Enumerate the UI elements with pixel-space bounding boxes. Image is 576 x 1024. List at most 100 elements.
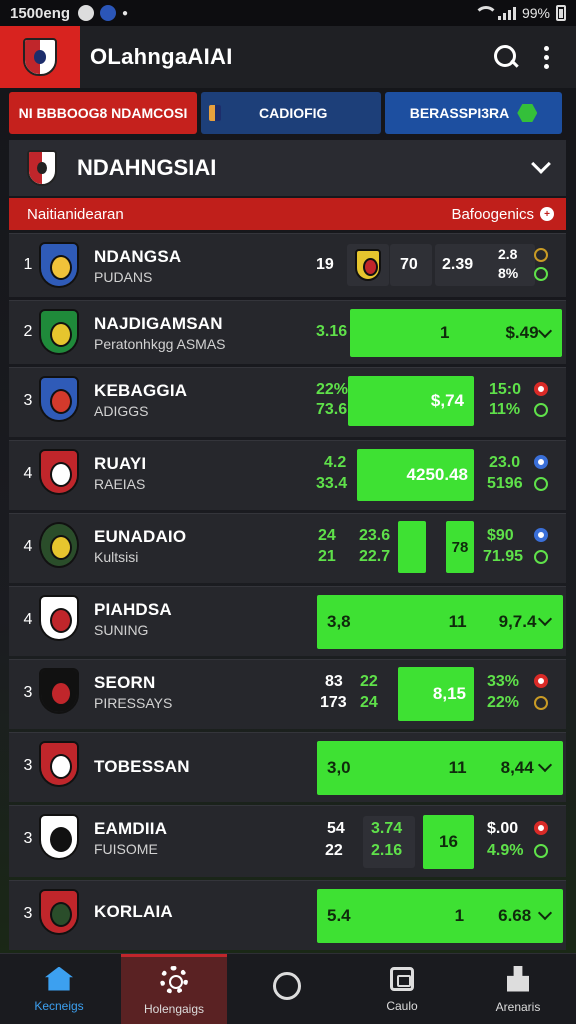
stat-value: 83 xyxy=(325,673,343,690)
stat-value: 33% xyxy=(487,673,520,690)
trophy-icon xyxy=(507,965,529,992)
nav-trophy[interactable]: Arenaris xyxy=(478,954,558,1024)
stat-value: 24 xyxy=(360,694,378,711)
app-logo[interactable] xyxy=(0,26,80,88)
stat-value: 15:0 xyxy=(489,381,522,398)
odds-button[interactable]: 1 $.49 xyxy=(350,309,562,357)
nav-calendar[interactable]: Caulo xyxy=(364,954,440,1024)
team-name: PIAHDSA xyxy=(94,600,172,619)
tab-label: CADIOFIG xyxy=(259,105,328,121)
stat-value: 2.39 xyxy=(442,256,474,273)
app-bar: OLahngaAIAI xyxy=(0,26,576,88)
odds-button[interactable]: 5.4 1 6.68 xyxy=(317,889,563,943)
odds-button[interactable]: 16 xyxy=(423,815,474,869)
club-crest-icon xyxy=(39,889,79,935)
row-rank: 3 xyxy=(23,905,33,922)
tab-label: NI BBBOOG8 NDAMCOSI xyxy=(18,105,188,121)
competition-tabs: NI BBBOOG8 NDAMCOSI CADIOFIG BERASSPI3RA xyxy=(9,92,566,134)
club-crest-icon xyxy=(39,741,79,787)
status-icon xyxy=(534,821,548,835)
odds-value: 11 xyxy=(448,758,467,777)
stat-value: 2.16 xyxy=(371,842,403,859)
odds-button[interactable]: 3,0 11 8,44 xyxy=(317,741,563,795)
badge-icon xyxy=(517,104,538,122)
odds-button[interactable]: $,74 xyxy=(348,376,474,426)
circle-icon xyxy=(273,971,301,1000)
table-row[interactable]: 3 KORLAIA 5.4 1 6.68 xyxy=(9,880,566,950)
tab-label: BERASSPI3RA xyxy=(409,105,510,121)
flag-icon xyxy=(209,105,221,121)
tab-first[interactable]: NI BBBOOG8 NDAMCOSI xyxy=(9,92,197,134)
status-icon xyxy=(534,267,548,281)
row-rank: 2 xyxy=(23,323,33,340)
status-icon xyxy=(534,455,548,469)
table-row[interactable]: 3 SEORN PIRESSAYS 83 173 22 24 8,15 33% … xyxy=(9,659,566,729)
nav-home[interactable]: Kecneigs xyxy=(18,954,100,1024)
more-options-icon[interactable] xyxy=(544,45,550,69)
odds-button[interactable]: 4250.48 xyxy=(357,449,474,501)
stat-value: 4.9% xyxy=(487,842,524,859)
odds-value: 8,44 xyxy=(500,758,534,777)
stat-value: 173 xyxy=(320,694,347,711)
club-crest-icon xyxy=(39,449,79,495)
status-bar: 1500eng ● 99% xyxy=(0,0,576,26)
bottom-navigation: Kecneigs Holengaigs Caulo Arenaris xyxy=(0,953,576,1024)
odds-button[interactable]: 78 xyxy=(446,521,474,573)
team-name: KORLAIA xyxy=(94,902,173,921)
status-icon xyxy=(534,696,548,710)
league-header[interactable]: NDAHNGSIAI xyxy=(9,140,566,196)
table-row[interactable]: 3 EAMDIIA FUISOME 54 22 3.74 2.16 16 $.0… xyxy=(9,805,566,877)
app-title: OLahngaAIAI xyxy=(90,44,233,69)
status-icon xyxy=(534,550,548,564)
odds-value: 4250.48 xyxy=(406,465,468,484)
status-icon xyxy=(534,248,548,262)
table-row[interactable]: 3 KEBAGGIA ADIGGS 22% 73.6 $,74 15:0 11% xyxy=(9,367,566,437)
status-icon xyxy=(534,528,548,542)
table-row[interactable]: 1 NDANGSA PUDANS 19 70 2.39 2.8 8% xyxy=(9,233,566,297)
stat-value: 22 xyxy=(360,673,378,690)
chevron-down-icon[interactable] xyxy=(531,154,551,174)
odds-button[interactable]: 8,15 xyxy=(398,667,474,721)
club-crest-icon xyxy=(39,522,79,568)
club-crest-icon xyxy=(39,595,79,641)
team-sub: PUDANS xyxy=(94,269,153,285)
stat-value: 5196 xyxy=(487,475,523,492)
table-row[interactable]: 4 PIAHDSA SUNING 3,8 11 9,7.4 xyxy=(9,586,566,656)
table-row[interactable]: 3 TOBESSAN 3,0 11 8,44 xyxy=(9,732,566,802)
nav-standings[interactable]: Holengaigs xyxy=(121,954,227,1024)
tab-third[interactable]: BERASSPI3RA xyxy=(385,92,562,134)
odds-button[interactable]: 3,8 11 9,7.4 xyxy=(317,595,563,649)
app-notification-icon xyxy=(100,5,117,21)
info-icon[interactable]: + xyxy=(540,207,554,221)
club-crest-icon xyxy=(39,242,79,288)
ball-icon xyxy=(160,966,188,994)
team-name: NAJDIGAMSAN xyxy=(94,314,223,333)
odds-bar[interactable] xyxy=(398,521,426,573)
row-rank: 4 xyxy=(23,611,33,628)
subheader-right: Bafoogenics xyxy=(451,205,534,223)
team-name: TOBESSAN xyxy=(94,757,190,776)
club-crest-icon xyxy=(39,376,79,422)
home-icon xyxy=(45,966,73,991)
odds-value: $,74 xyxy=(430,391,464,410)
odds-value: 16 xyxy=(439,832,458,851)
nav-center[interactable] xyxy=(250,954,324,1024)
stat-value: 2.8 xyxy=(498,246,518,262)
stat-value: 24 xyxy=(318,527,336,544)
odds-value: 8,15 xyxy=(432,684,466,703)
stat-value: 3.74 xyxy=(371,820,403,837)
team-sub: Kultsisi xyxy=(94,549,139,565)
table-row[interactable]: 4 EUNADAIO Kultsisi 24 21 23.6 22.7 78 $… xyxy=(9,513,566,583)
status-icon xyxy=(534,477,548,491)
search-icon[interactable] xyxy=(494,45,518,69)
team-name: NDANGSA xyxy=(94,247,182,266)
club-crest-icon xyxy=(39,309,79,355)
table-row[interactable]: 2 NAJDIGAMSAN Peratonhkgg ASMAS 3.16 1 $… xyxy=(9,300,566,364)
row-rank: 3 xyxy=(23,757,33,774)
club-crest-icon xyxy=(23,38,57,76)
table-row[interactable]: 4 RUAYI RAEIAS 4.2 33.4 4250.48 23.0 519… xyxy=(9,440,566,510)
stat-value: 22% xyxy=(487,694,520,711)
tab-second[interactable]: CADIOFIG xyxy=(201,92,381,134)
battery-icon xyxy=(556,5,566,21)
stat-value: 11% xyxy=(489,401,521,418)
